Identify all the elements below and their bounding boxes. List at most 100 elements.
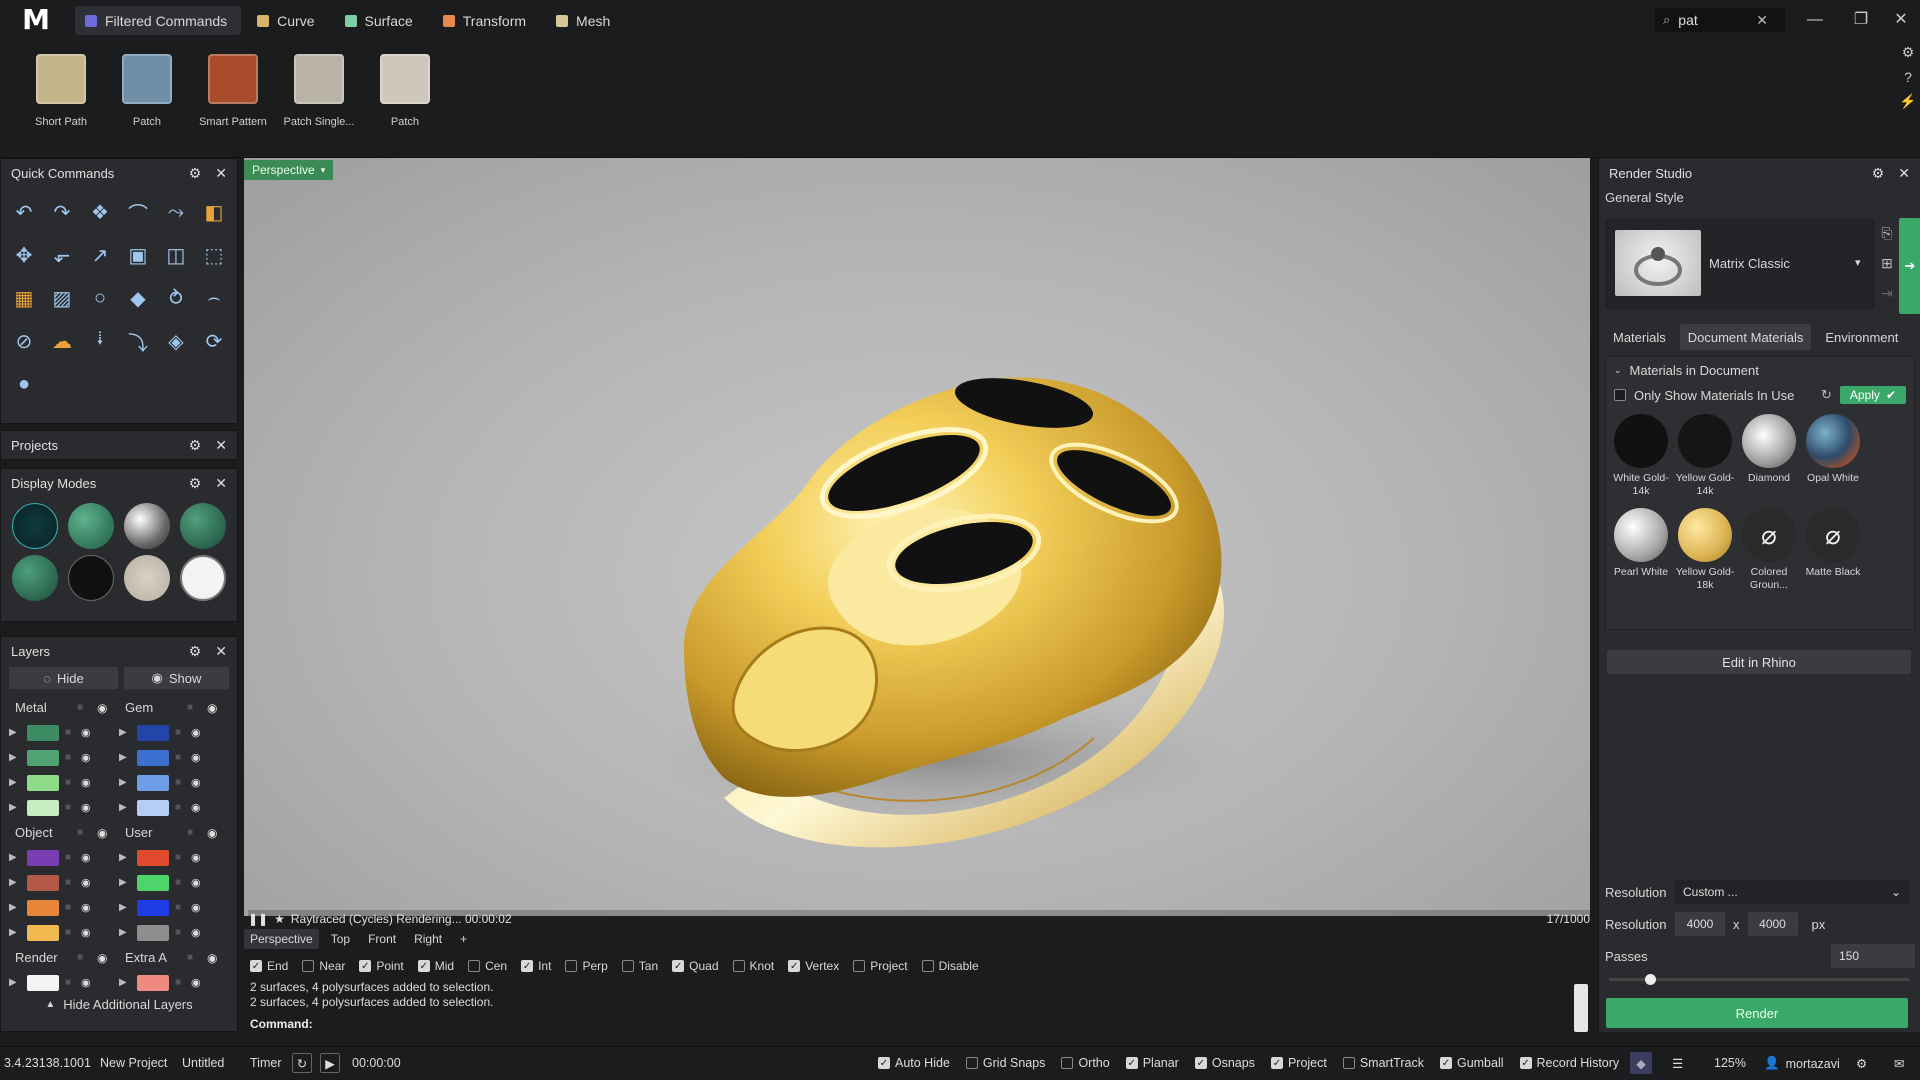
list-icon[interactable]: ☰ bbox=[1672, 1056, 1683, 1071]
ribbon-button-2[interactable]: Smart Pattern bbox=[188, 54, 278, 154]
lock-icon[interactable]: ■ bbox=[65, 752, 75, 763]
layer-color-swatch[interactable] bbox=[27, 799, 59, 816]
layer-color-swatch[interactable] bbox=[27, 924, 59, 941]
layer-color-swatch[interactable] bbox=[137, 799, 169, 816]
show-layers-button[interactable]: ◉ Show bbox=[123, 667, 229, 689]
layer-row[interactable]: ▶ ■ ◉ bbox=[115, 795, 225, 820]
layer-group-header[interactable]: Extra A ■ ◉ bbox=[115, 945, 225, 970]
apply-style-arrow[interactable]: ➔ bbox=[1899, 218, 1920, 314]
layer-color-swatch[interactable] bbox=[27, 874, 59, 891]
arc-icon[interactable]: ⌒ bbox=[119, 193, 157, 231]
expand-arrow-icon[interactable]: ▶ bbox=[119, 802, 131, 813]
material-yellow-gold-18k[interactable]: Yellow Gold-18k bbox=[1674, 508, 1736, 592]
zoom-level[interactable]: 125% bbox=[1714, 1056, 1746, 1070]
eye-icon[interactable]: ◉ bbox=[191, 751, 207, 764]
layer-color-swatch[interactable] bbox=[137, 924, 169, 941]
snap-knot[interactable]: Knot bbox=[732, 959, 774, 973]
tab-surface[interactable]: Surface bbox=[335, 6, 427, 35]
layer-row[interactable]: ▶ ■ ◉ bbox=[5, 745, 115, 770]
expand-arrow-icon[interactable]: ▶ bbox=[9, 777, 21, 788]
eye-icon[interactable]: ◉ bbox=[81, 876, 97, 889]
close-window-button[interactable]: ✕ bbox=[1886, 8, 1916, 32]
eye-icon[interactable]: ◉ bbox=[97, 701, 107, 715]
layer-row[interactable]: ▶ ■ ◉ bbox=[115, 770, 225, 795]
pause-icon[interactable]: ❚❚ bbox=[248, 912, 268, 926]
render-button[interactable]: Render bbox=[1606, 998, 1908, 1028]
artistic-mode[interactable] bbox=[119, 555, 175, 601]
help-icon[interactable]: ? bbox=[1898, 69, 1918, 85]
eye-icon[interactable]: ◉ bbox=[97, 826, 107, 840]
lock-icon[interactable]: ■ bbox=[65, 777, 75, 788]
eye-icon[interactable]: ◉ bbox=[81, 926, 97, 939]
expand-arrow-icon[interactable]: ▶ bbox=[9, 877, 21, 888]
lock-icon[interactable]: ■ bbox=[175, 802, 185, 813]
expand-arrow-icon[interactable]: ▶ bbox=[9, 977, 21, 988]
edit-in-rhino-button[interactable]: Edit in Rhino bbox=[1607, 650, 1911, 674]
layer-group-header[interactable]: Metal ■ ◉ bbox=[5, 695, 115, 720]
settings-icon[interactable]: ⚙ bbox=[1856, 1056, 1867, 1071]
material-ball-icon[interactable]: ● bbox=[5, 365, 43, 403]
snap-disable[interactable]: Disable bbox=[921, 959, 979, 973]
viewport-tab-right[interactable]: Right bbox=[408, 929, 448, 949]
material-pearl-white[interactable]: Pearl White bbox=[1610, 508, 1672, 592]
expand-arrow-icon[interactable]: ▶ bbox=[119, 752, 131, 763]
hide-layers-button[interactable]: ◌ Hide bbox=[9, 667, 118, 689]
lock-icon[interactable]: ■ bbox=[65, 927, 75, 938]
command-line[interactable]: Command: bbox=[244, 1016, 1574, 1032]
material-yellow-gold-14k[interactable]: Yellow Gold-14k bbox=[1674, 414, 1736, 498]
material-diamond[interactable]: Diamond bbox=[1738, 414, 1800, 498]
move-icon[interactable]: ✥ bbox=[5, 236, 43, 274]
material-colored-groun-[interactable]: ⌀ Colored Groun... bbox=[1738, 508, 1800, 592]
layer-color-swatch[interactable] bbox=[27, 849, 59, 866]
expand-arrow-icon[interactable]: ▶ bbox=[9, 902, 21, 913]
close-icon[interactable]: ✕ bbox=[215, 437, 227, 454]
tab-curve[interactable]: Curve bbox=[247, 6, 328, 35]
toggle-ortho[interactable]: Ortho bbox=[1061, 1056, 1110, 1070]
wireframe-mode[interactable] bbox=[7, 503, 63, 549]
layer-row[interactable]: ▶ ■ ◉ bbox=[115, 845, 225, 870]
toggle-smarttrack[interactable]: SmartTrack bbox=[1342, 1056, 1424, 1070]
expand-arrow-icon[interactable]: ▶ bbox=[9, 727, 21, 738]
circle-icon[interactable]: ○ bbox=[81, 279, 119, 317]
layer-color-swatch[interactable] bbox=[137, 874, 169, 891]
eye-icon[interactable]: ◉ bbox=[191, 876, 207, 889]
search-input[interactable] bbox=[1678, 12, 1749, 28]
only-show-checkbox[interactable]: Only Show Materials In Use bbox=[1614, 388, 1794, 403]
eye-icon[interactable]: ◉ bbox=[81, 751, 97, 764]
material-white-gold-14k[interactable]: White Gold-14k bbox=[1610, 414, 1672, 498]
scale-icon[interactable]: ⬚ bbox=[195, 236, 233, 274]
gear-icon[interactable]: ⚙ bbox=[189, 165, 202, 182]
lock-icon[interactable]: ■ bbox=[175, 727, 185, 738]
layer-color-swatch[interactable] bbox=[137, 899, 169, 916]
add-style-icon[interactable]: ⊞ bbox=[1875, 248, 1899, 278]
rendered-mode[interactable] bbox=[119, 503, 175, 549]
eye-icon[interactable]: ◉ bbox=[81, 901, 97, 914]
expand-arrow-icon[interactable]: ▶ bbox=[9, 802, 21, 813]
lock-icon[interactable]: ■ bbox=[77, 952, 97, 963]
select-box-icon[interactable]: ▦ bbox=[5, 279, 43, 317]
chat-icon[interactable]: ✉ bbox=[1894, 1056, 1904, 1071]
layer-row[interactable]: ▶ ■ ◉ bbox=[115, 720, 225, 745]
lock-icon[interactable]: ■ bbox=[175, 752, 185, 763]
layer-color-swatch[interactable] bbox=[27, 974, 59, 991]
close-icon[interactable]: ✕ bbox=[215, 475, 227, 492]
lock-icon[interactable]: ■ bbox=[65, 877, 75, 888]
expand-arrow-icon[interactable]: ▶ bbox=[9, 927, 21, 938]
layer-row[interactable]: ▶ ■ ◉ bbox=[5, 845, 115, 870]
eye-icon[interactable]: ◉ bbox=[191, 851, 207, 864]
ghosted-mode[interactable] bbox=[175, 503, 231, 549]
layer-row[interactable]: ▶ ■ ◉ bbox=[5, 870, 115, 895]
layer-color-swatch[interactable] bbox=[137, 724, 169, 741]
tab-environment[interactable]: Environment bbox=[1817, 324, 1906, 350]
lock-icon[interactable]: ■ bbox=[187, 827, 207, 838]
chevron-down-icon[interactable]: ▾ bbox=[1855, 256, 1861, 269]
viewport-tab-perspective[interactable]: Perspective bbox=[244, 929, 319, 949]
resolution-preset-select[interactable]: Custom ... ⌄ bbox=[1675, 880, 1909, 904]
close-icon[interactable]: ✕ bbox=[215, 165, 227, 182]
rotate-3d-icon[interactable]: ⟳ bbox=[195, 322, 233, 360]
gear-icon[interactable]: ⚙ bbox=[189, 475, 202, 492]
star-icon[interactable]: ★ bbox=[274, 912, 285, 926]
material-matte-black[interactable]: ⌀ Matte Black bbox=[1802, 508, 1864, 592]
snap-project[interactable]: Project bbox=[853, 959, 908, 973]
eye-icon[interactable]: ◉ bbox=[207, 826, 217, 840]
